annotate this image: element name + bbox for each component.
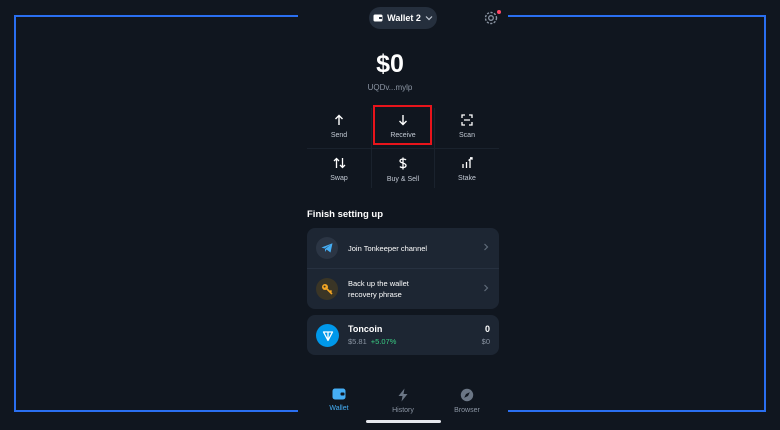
join-channel-item[interactable]: Join Tonkeeper channel xyxy=(307,228,499,268)
chevron-right-icon xyxy=(483,243,489,253)
stake-button[interactable]: Stake xyxy=(436,151,498,191)
token-fiat-value: $0 xyxy=(481,337,490,346)
token-price-row: $5.81 +5.07% xyxy=(348,337,396,346)
tab-browser[interactable]: Browser xyxy=(442,388,492,414)
receive-highlight-box xyxy=(373,105,432,145)
backup-wallet-item[interactable]: Back up the wallet recovery phrase xyxy=(307,269,499,309)
send-label: Send xyxy=(330,132,348,139)
wallet-icon xyxy=(332,388,346,400)
home-indicator xyxy=(366,420,441,423)
tab-history[interactable]: History xyxy=(378,388,428,414)
buy-sell-label: Buy & Sell xyxy=(386,176,420,183)
wallet-icon xyxy=(373,14,383,22)
stake-icon xyxy=(461,157,473,168)
chevron-right-icon xyxy=(483,284,489,294)
scan-button[interactable]: Scan xyxy=(436,108,498,148)
lightning-icon xyxy=(398,388,408,402)
arrow-up-icon xyxy=(335,114,343,125)
backup-label-line1: Back up the wallet xyxy=(348,279,409,288)
wallet-name: Wallet 2 xyxy=(387,13,421,23)
stake-label: Stake xyxy=(458,175,476,182)
token-change: +5.07% xyxy=(370,337,397,346)
action-grid-divider xyxy=(434,108,435,188)
frame-border-bottom-left xyxy=(14,410,298,412)
backup-wallet-label: Back up the wallet recovery phrase xyxy=(348,278,409,300)
tab-browser-label: Browser xyxy=(454,407,480,414)
tab-wallet-label: Wallet xyxy=(329,405,349,412)
toncoin-icon xyxy=(316,324,339,347)
telegram-icon xyxy=(316,237,338,259)
send-button[interactable]: Send xyxy=(308,108,370,148)
toncoin-card[interactable]: Toncoin $5.81 +5.07% 0 $0 xyxy=(307,315,499,355)
swap-icon xyxy=(333,157,345,169)
key-icon xyxy=(316,278,338,300)
setup-card: Join Tonkeeper channel Back up the walle… xyxy=(307,228,499,309)
wallet-address[interactable]: UQDv...mylp xyxy=(0,83,780,92)
join-channel-label: Join Tonkeeper channel xyxy=(348,243,428,253)
wallet-selector[interactable]: Wallet 2 xyxy=(369,7,437,29)
tab-wallet[interactable]: Wallet xyxy=(314,388,364,412)
scan-icon xyxy=(461,114,473,126)
notification-badge xyxy=(497,10,501,14)
dollar-icon xyxy=(399,157,407,170)
tab-history-label: History xyxy=(392,407,414,414)
frame-border-bottom-right xyxy=(508,410,766,412)
setup-section-title: Finish setting up xyxy=(307,209,383,220)
swap-button[interactable]: Swap xyxy=(308,151,370,191)
backup-label-line2: recovery phrase xyxy=(348,290,402,299)
frame-border-top-left xyxy=(14,15,298,17)
scan-label: Scan xyxy=(459,132,475,139)
balance-amount: $0 xyxy=(376,50,404,78)
token-amount: 0 xyxy=(484,324,490,334)
action-grid-divider xyxy=(307,148,499,149)
buy-sell-button[interactable]: Buy & Sell xyxy=(372,151,434,191)
chevron-down-icon xyxy=(425,15,433,21)
token-name: Toncoin xyxy=(348,324,383,334)
swap-label: Swap xyxy=(330,175,348,182)
frame-border-top-right xyxy=(508,15,766,17)
token-price: $5.81 xyxy=(348,337,367,346)
compass-icon xyxy=(460,388,474,402)
